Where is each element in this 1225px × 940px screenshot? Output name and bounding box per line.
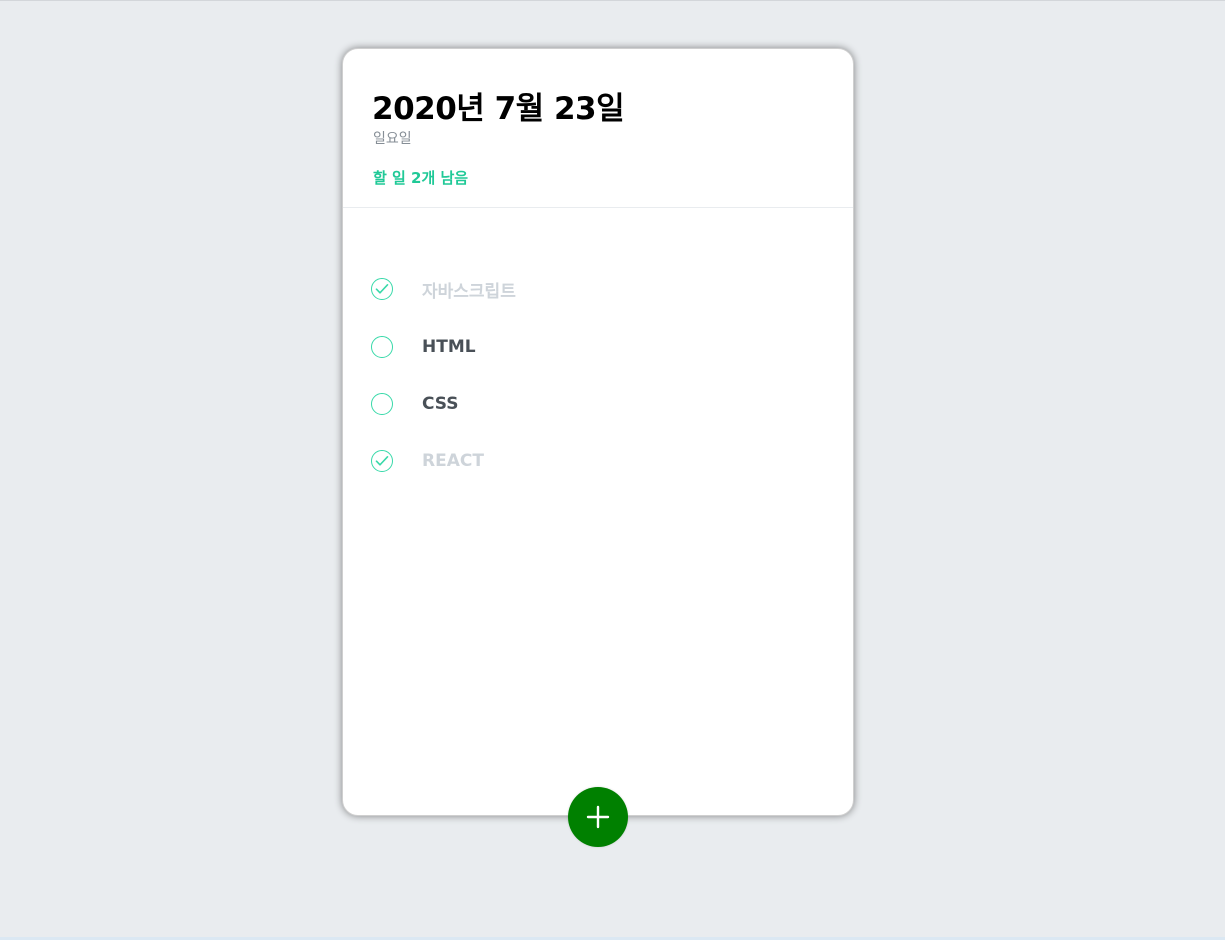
todo-template-card: 2020년 7월 23일 일요일 할 일 2개 남음 자바스크립트 HTML C… <box>342 48 854 816</box>
checkbox-unchecked-icon[interactable] <box>371 393 393 415</box>
todo-item-css[interactable]: CSS <box>371 391 811 417</box>
todo-item-text: CSS <box>422 394 459 414</box>
add-todo-button[interactable] <box>568 787 628 847</box>
todo-item-react[interactable]: REACT <box>371 448 811 474</box>
todo-item-javascript[interactable]: 자바스크립트 <box>371 276 811 302</box>
tasks-left-counter: 할 일 2개 남음 <box>373 169 469 187</box>
checkbox-checked-icon[interactable] <box>371 450 393 472</box>
date-title: 2020년 7월 23일 <box>372 91 625 127</box>
todo-head: 2020년 7월 23일 일요일 할 일 2개 남음 <box>343 49 853 208</box>
todo-item-html[interactable]: HTML <box>371 334 811 360</box>
todo-item-text: 자바스크립트 <box>422 281 516 302</box>
plus-icon <box>586 805 610 829</box>
window-top-border <box>0 0 1225 1</box>
checkbox-unchecked-icon[interactable] <box>371 336 393 358</box>
weekday-label: 일요일 <box>373 131 412 147</box>
todo-item-text: HTML <box>422 337 476 357</box>
todo-item-text: REACT <box>422 451 484 471</box>
checkbox-checked-icon[interactable] <box>371 278 393 300</box>
